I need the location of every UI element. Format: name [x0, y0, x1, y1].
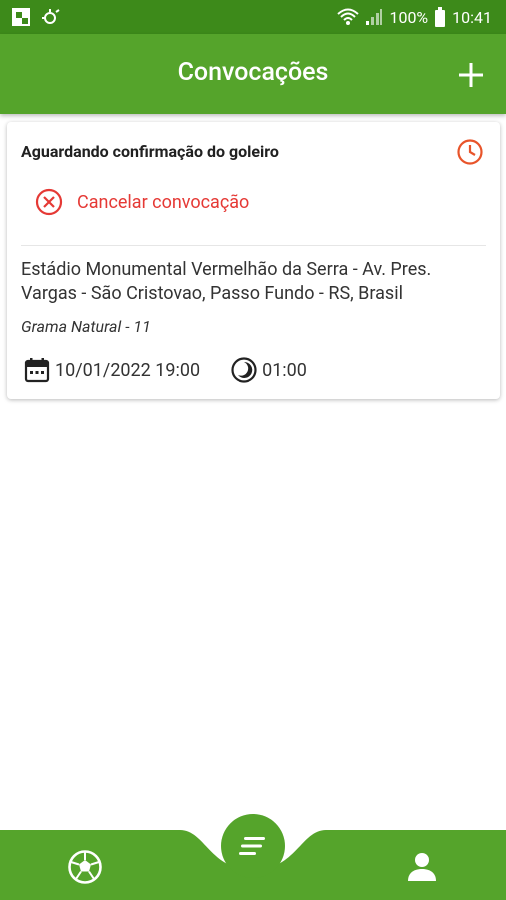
field-type: Grama Natural - 11 [21, 317, 151, 336]
timer-icon [231, 357, 257, 383]
nav-convocations-button[interactable] [221, 814, 285, 878]
match-duration: 01:00 [230, 356, 307, 384]
user-icon [408, 853, 436, 881]
bottom-navigation [0, 814, 506, 900]
app-bar: Convocações [0, 34, 506, 114]
cancel-label: Cancelar convocação [77, 191, 250, 213]
calendar-icon [24, 358, 50, 383]
battery-icon [435, 7, 446, 27]
battery-percentage: 100% [389, 7, 429, 27]
convocation-status: Aguardando confirmação do goleiro [21, 142, 279, 161]
nav-profile-button[interactable] [405, 850, 439, 884]
eco-mode-icon [42, 9, 60, 24]
notification-icon [12, 8, 30, 26]
signal-icon [366, 9, 383, 25]
status-bar: 100% 10:41 [0, 0, 506, 34]
add-convocation-button[interactable] [454, 58, 488, 92]
page-title: Convocações [177, 58, 329, 87]
nav-matches-button[interactable] [67, 849, 103, 885]
clock-time: 10:41 [452, 7, 492, 27]
plus-icon [459, 63, 483, 87]
soccer-ball-icon [68, 850, 102, 884]
match-meta: 10/01/2022 19:00 01:00 [23, 356, 307, 384]
wifi-icon [337, 8, 360, 25]
convocation-card[interactable]: Aguardando confirmação do goleiro Cancel… [7, 122, 500, 399]
duration-text: 01:00 [262, 359, 307, 381]
datetime-text: 10/01/2022 19:00 [55, 359, 201, 381]
divider [21, 245, 486, 246]
stadium-address: Estádio Monumental Vermelhão da Serra - … [21, 259, 432, 304]
cancel-convocation-button[interactable]: Cancelar convocação [35, 188, 249, 216]
cancel-circle-icon [35, 188, 63, 216]
list-icon [239, 837, 265, 855]
clock-icon [457, 139, 483, 165]
match-datetime: 10/01/2022 19:00 [23, 356, 200, 384]
